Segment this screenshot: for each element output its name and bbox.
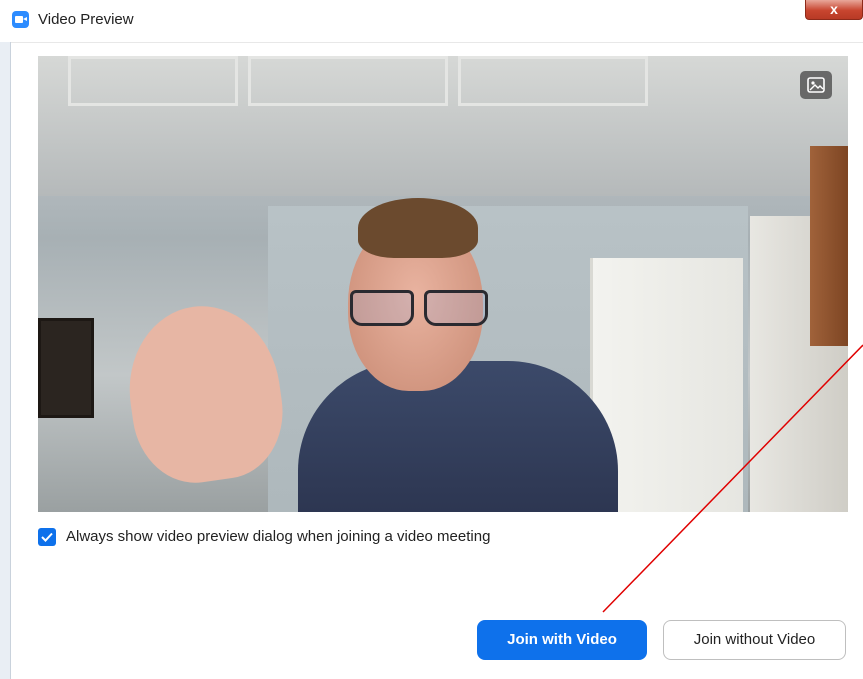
- video-person-glasses: [350, 290, 488, 326]
- close-button[interactable]: x: [805, 0, 863, 20]
- video-person-hand: [118, 296, 292, 491]
- zoom-camera-icon: [12, 11, 29, 28]
- join-with-video-button[interactable]: Join with Video: [477, 620, 647, 660]
- window-left-border: [0, 42, 11, 679]
- ceiling-panel: [458, 56, 648, 106]
- join-without-video-button[interactable]: Join without Video: [663, 620, 846, 660]
- video-person-hair: [358, 198, 478, 258]
- video-preview: [38, 56, 848, 512]
- video-person-hoodie: [298, 361, 618, 512]
- video-ceiling: [38, 56, 848, 196]
- title-bar: Video Preview: [0, 0, 863, 43]
- ceiling-panel: [68, 56, 238, 106]
- ceiling-panel: [248, 56, 448, 106]
- video-picture-frame: [38, 318, 94, 418]
- always-show-preview-label[interactable]: Always show video preview dialog when jo…: [66, 528, 490, 545]
- picture-in-picture-icon[interactable]: [800, 71, 832, 99]
- always-show-preview-checkbox[interactable]: [38, 528, 56, 546]
- video-wood-trim: [810, 146, 848, 346]
- window-title: Video Preview: [38, 11, 134, 28]
